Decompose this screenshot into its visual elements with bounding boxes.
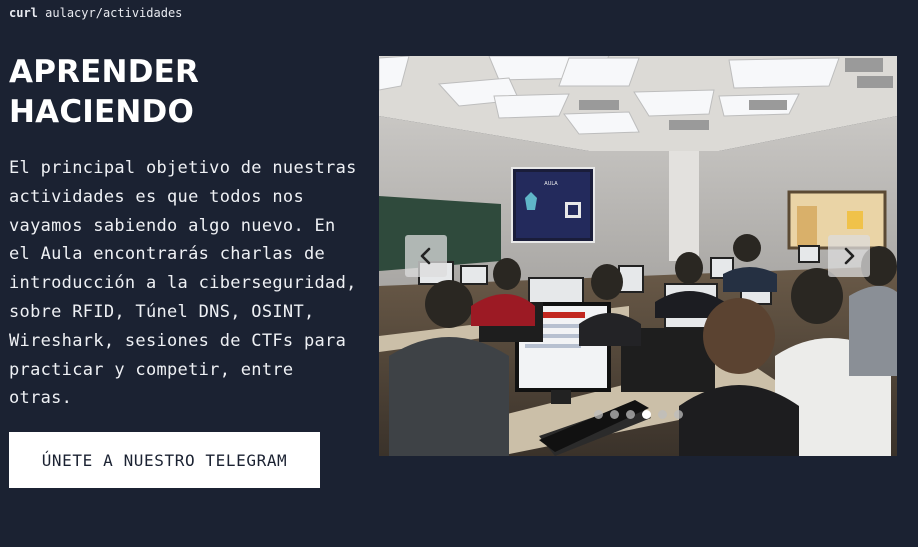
chevron-right-icon xyxy=(844,247,855,265)
section-description: El principal objetivo de nuestras activi… xyxy=(9,158,357,409)
carousel-indicators xyxy=(379,410,897,419)
carousel-dot[interactable] xyxy=(657,410,667,419)
projector-screen-text: AULA xyxy=(544,181,558,187)
carousel-slide-photo: AULA xyxy=(379,56,897,456)
join-telegram-button[interactable]: ÚNETE A NUESTRO TELEGRAM xyxy=(9,432,320,488)
terminal-prompt: curl aulacyr/actividades xyxy=(9,6,182,20)
carousel-dot[interactable] xyxy=(609,410,619,419)
image-carousel[interactable]: AULA xyxy=(379,56,897,456)
prompt-path: aulacyr/actividades xyxy=(45,6,183,20)
section-title: APRENDER HACIENDO xyxy=(9,52,349,132)
prompt-command: curl xyxy=(9,6,38,20)
carousel-dot[interactable] xyxy=(625,410,635,419)
carousel-prev-button[interactable] xyxy=(405,235,447,277)
carousel-dot[interactable] xyxy=(673,410,683,419)
chevron-left-icon xyxy=(420,247,431,265)
carousel-next-button[interactable] xyxy=(828,235,870,277)
carousel-dot[interactable] xyxy=(593,410,603,419)
section-title-line2: HACIENDO xyxy=(9,94,195,130)
section-title-line1: APRENDER xyxy=(9,54,200,90)
carousel-dot[interactable] xyxy=(641,410,651,419)
